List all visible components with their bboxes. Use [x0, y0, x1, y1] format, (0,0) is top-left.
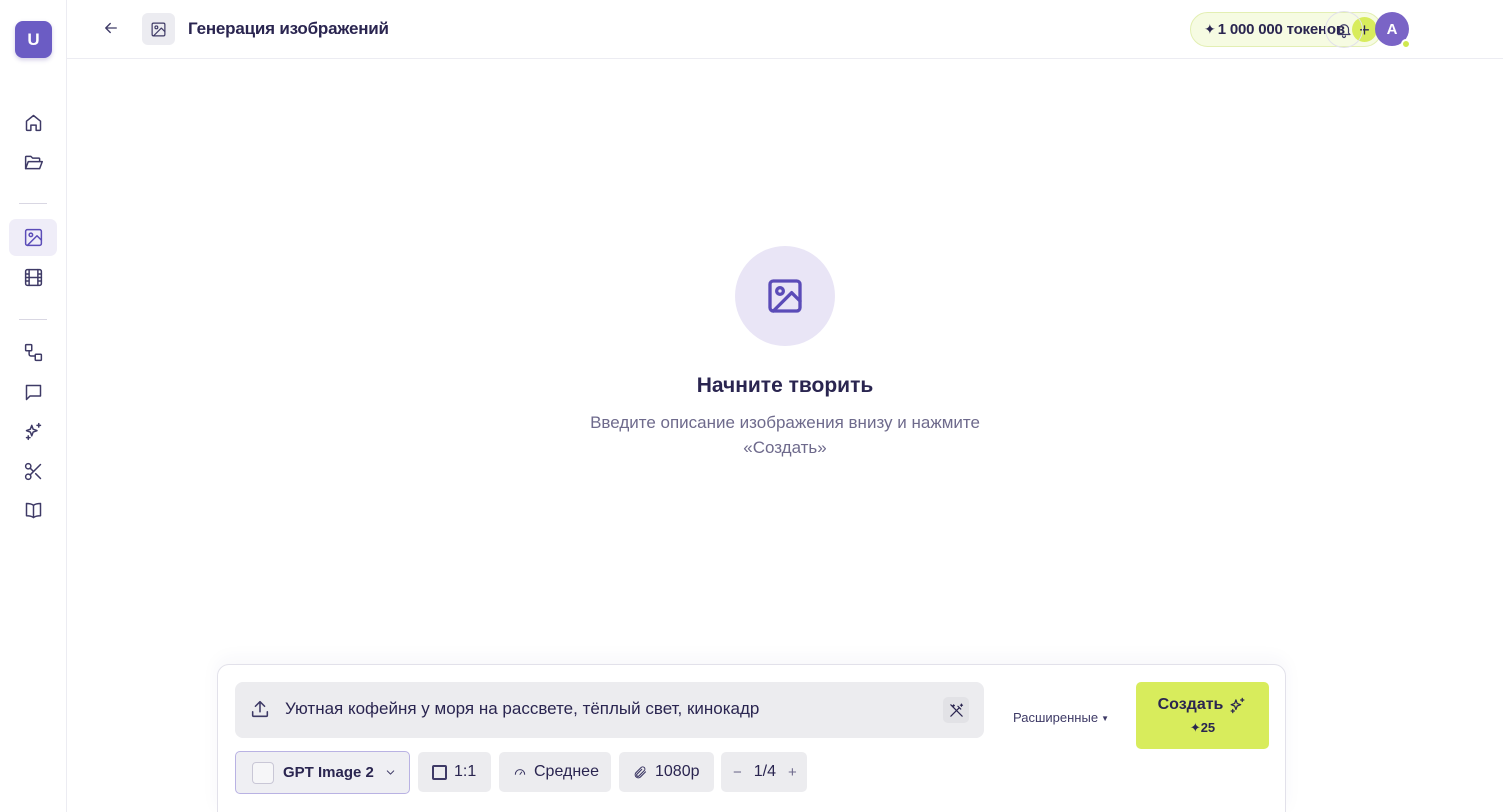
image-icon [768, 279, 802, 313]
avatar-letter: A [1386, 20, 1398, 38]
image-icon [24, 228, 42, 247]
resolution-value: 1080p [655, 763, 700, 780]
folder-open-icon [24, 155, 43, 170]
logo-letter: U [27, 29, 40, 49]
sidebar-item-workflow[interactable] [9, 334, 57, 371]
create-cost: ✦25 [1189, 719, 1216, 735]
resolution-select[interactable]: 1080p [619, 752, 714, 792]
home-icon [25, 114, 41, 132]
model-select[interactable]: GPT Image 2 [235, 751, 410, 794]
gauge-icon [514, 769, 526, 775]
empty-state-description: Введите описание изображения внизу и наж… [590, 413, 980, 457]
online-status-dot [1401, 39, 1411, 49]
sidebar-divider [19, 319, 47, 320]
image-count-stepper: − 1/4 + [721, 752, 807, 792]
decrease-count-button[interactable]: − [733, 764, 742, 781]
page-title: Генерация изображений [188, 19, 389, 38]
magic-wand-icon [949, 703, 963, 717]
workflow-icon [24, 343, 42, 362]
arrow-left-icon [105, 22, 117, 34]
sparkles-icon [25, 422, 41, 441]
create-button[interactable]: Создать ✦25 [1136, 682, 1269, 749]
aspect-ratio-select[interactable]: 1:1 [418, 752, 491, 792]
increase-count-button[interactable]: + [788, 764, 797, 781]
sidebar-item-library[interactable] [9, 492, 57, 529]
sidebar-item-sparkles[interactable] [9, 413, 57, 450]
chevron-down-icon [386, 770, 395, 775]
top-header: Генерация изображений ✦ 1 000 000 токено… [67, 0, 1503, 59]
sidebar-item-images[interactable] [9, 219, 57, 256]
upload-icon [251, 700, 269, 718]
notifications-button[interactable] [1325, 11, 1363, 48]
aspect-ratio-value: 1:1 [454, 763, 477, 780]
image-count-value: 1/4 [753, 763, 777, 780]
sidebar-item-home[interactable] [9, 104, 57, 141]
prompt-text[interactable]: Уютная кофейня у моря на рассвете, тёплы… [285, 699, 759, 719]
token-star-icon: ✦ [1204, 21, 1216, 37]
quality-value: Среднее [534, 763, 599, 780]
sidebar: U [0, 0, 67, 812]
image-icon [151, 22, 166, 36]
prompt-composer: Уютная кофейня у моря на рассвете, тёплы… [217, 664, 1286, 812]
prompt-input[interactable]: Уютная кофейня у моря на рассвете, тёплы… [235, 682, 984, 738]
advanced-settings-toggle[interactable]: Расширенные ▼ [1013, 710, 1109, 725]
model-icon [252, 761, 274, 784]
back-button[interactable] [100, 17, 122, 39]
caret-down-icon: ▼ [1101, 714, 1109, 724]
model-name: GPT Image 2 [283, 764, 374, 781]
sparkles-icon [1230, 697, 1245, 713]
book-icon [25, 502, 41, 519]
enhance-prompt-button[interactable] [943, 697, 969, 723]
bell-icon [1337, 23, 1351, 38]
create-button-label: Создать [1157, 696, 1224, 713]
sidebar-item-video[interactable] [9, 259, 57, 296]
app-logo[interactable]: U [15, 21, 52, 58]
sidebar-item-cut[interactable] [9, 453, 57, 490]
empty-state-illustration [735, 246, 835, 346]
paperclip-icon [634, 765, 647, 778]
empty-state-title: Начните творить [696, 374, 874, 397]
advanced-settings-label: Расширенные [1013, 710, 1099, 725]
upload-button[interactable] [249, 698, 273, 722]
square-icon [432, 764, 447, 780]
quality-select[interactable]: Среднее [499, 752, 611, 792]
film-icon [24, 268, 42, 287]
sidebar-divider [19, 203, 47, 204]
page-icon [142, 13, 175, 45]
sidebar-item-folder[interactable] [9, 144, 57, 181]
scissors-icon [24, 462, 41, 481]
